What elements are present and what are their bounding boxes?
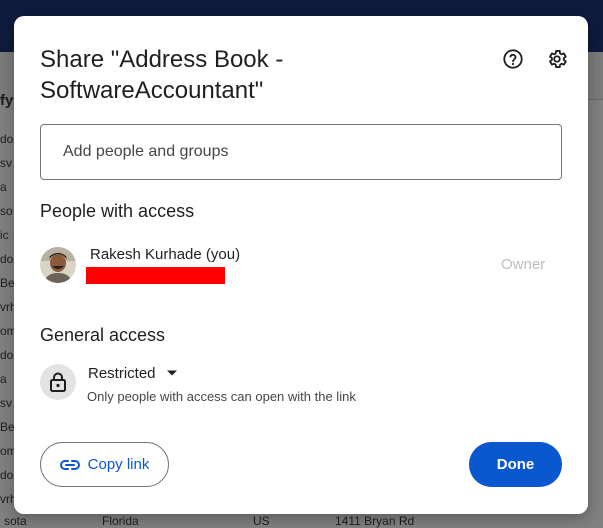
sheet-cell-fragment: sv [0, 396, 12, 410]
general-access-description: Only people with access can open with th… [87, 389, 356, 404]
copy-link-button[interactable]: Copy link [40, 442, 169, 487]
person-name: Rakesh Kurhade (you) [90, 246, 241, 263]
redacted-email-block [86, 267, 225, 284]
sheet-cell: US [253, 514, 270, 528]
owner-role-label: Owner [501, 256, 546, 273]
sheet-bottom-row: sota Florida US 1411 Bryan Rd [0, 514, 603, 528]
sheet-cell-fragment: so [0, 204, 13, 218]
lock-icon-container [40, 364, 76, 400]
avatar [40, 247, 76, 283]
sheet-cell-fragment: do [0, 252, 14, 266]
dropdown-arrow-icon [166, 370, 177, 376]
general-access-dropdown[interactable]: Restricted [88, 362, 178, 384]
sheet-cell-fragment: a [0, 180, 7, 194]
sheet-cell: Florida [102, 514, 139, 528]
sheet-cell-fragment: Be [0, 276, 15, 290]
settings-button[interactable] [544, 46, 570, 72]
sheet-cell-fragment: ic [0, 228, 9, 242]
lock-icon [50, 372, 66, 392]
sheet-cell-fragment: a [0, 372, 7, 386]
sheet-cell-fragment: do [0, 468, 14, 482]
people-with-access-heading: People with access [40, 201, 195, 221]
sheet-cell: 1411 Bryan Rd [335, 514, 415, 528]
gear-icon [549, 50, 567, 68]
sheet-header-fragment: fy [0, 92, 14, 109]
done-button[interactable]: Done [469, 442, 562, 487]
general-access-value: Restricted [88, 364, 156, 382]
help-button[interactable] [500, 46, 526, 72]
link-icon [59, 459, 80, 470]
avatar-image [40, 247, 76, 283]
add-people-input[interactable] [40, 124, 562, 180]
general-access-heading: General access [40, 325, 166, 345]
share-dialog: Share "Address Book - SoftwareAccountant… [14, 16, 588, 514]
sheet-cell-fragment: sv [0, 156, 12, 170]
dialog-title: Share "Address Book - SoftwareAccountant… [40, 46, 284, 104]
sheet-cell-fragment: do [0, 348, 14, 362]
sheet-cell-fragment: Be [0, 420, 15, 434]
copy-link-label: Copy link [87, 456, 150, 473]
help-circle-icon [503, 49, 523, 69]
sheet-cell: sota [4, 514, 27, 528]
sheet-cell-fragment: do [0, 132, 14, 146]
